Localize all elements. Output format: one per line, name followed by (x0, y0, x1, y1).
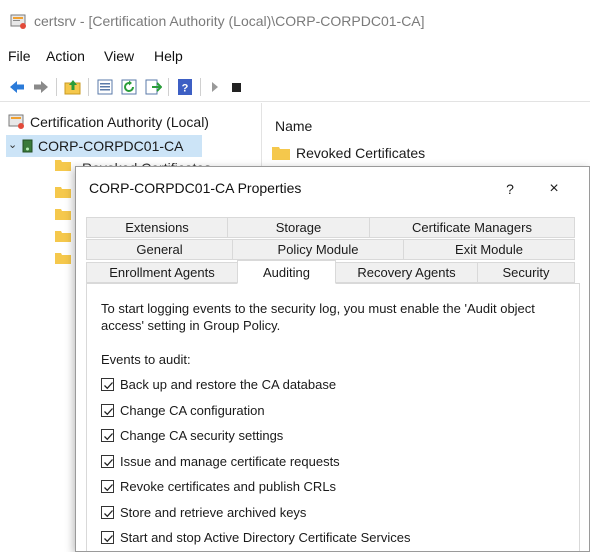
chevron-down-icon[interactable]: ⌄ (8, 138, 17, 151)
column-header-name[interactable]: Name (275, 118, 312, 134)
checkbox-label: Store and retrieve archived keys (120, 505, 307, 520)
toolbar-separator (88, 78, 89, 96)
tab-enrollment-agents[interactable]: Enrollment Agents (86, 262, 238, 283)
checkbox-label: Change CA security settings (120, 428, 284, 443)
folder-icon[interactable] (55, 208, 71, 220)
properties-icon[interactable] (96, 78, 114, 96)
stop-service-icon[interactable] (228, 78, 246, 96)
checkbox[interactable] (101, 404, 114, 417)
checkbox[interactable] (101, 506, 114, 519)
tab-policy-module[interactable]: Policy Module (232, 239, 404, 260)
checkbox-label: Back up and restore the CA database (120, 377, 337, 392)
toolbar-separator (200, 78, 201, 96)
checkbox-label: Issue and manage certificate requests (120, 454, 340, 469)
folder-icon[interactable] (55, 186, 71, 198)
checkbox-label: Revoke certificates and publish CRLs (120, 479, 337, 494)
start-service-icon[interactable] (206, 78, 224, 96)
checkbox-label: Start and stop Active Directory Certific… (120, 530, 411, 545)
close-button[interactable]: × (543, 178, 565, 200)
tree-item-ca[interactable]: ⌄ CORP-CORPDC01-CA (6, 135, 202, 157)
list-item-label: Revoked Certificates (296, 145, 426, 161)
checkbox[interactable] (101, 378, 114, 391)
tab-exit-module[interactable]: Exit Module (403, 239, 575, 260)
up-folder-icon[interactable] (64, 78, 82, 96)
tab-security[interactable]: Security (477, 262, 575, 283)
tree-root-label: Certification Authority (Local) (30, 114, 209, 130)
forward-icon[interactable] (32, 78, 50, 96)
window-title: certsrv - [Certification Authority (Loca… (34, 13, 425, 29)
back-icon[interactable] (8, 78, 26, 96)
dialog-title: CORP-CORPDC01-CA Properties (89, 180, 302, 196)
checkbox[interactable] (101, 455, 114, 468)
folder-icon[interactable] (55, 159, 71, 171)
tab-general[interactable]: General (86, 239, 233, 260)
tab-storage[interactable]: Storage (227, 217, 370, 238)
tab-auditing[interactable]: Auditing (237, 260, 336, 284)
toolbar-separator (56, 78, 57, 96)
help-button[interactable]: ? (499, 178, 521, 200)
svg-text:?: ? (182, 83, 189, 95)
tab-recovery-agents[interactable]: Recovery Agents (335, 262, 478, 283)
toolbar-separator (168, 78, 169, 96)
auditing-panel: To start logging events to the security … (86, 283, 580, 551)
menu-file[interactable]: File (8, 48, 31, 64)
properties-dialog: CORP-CORPDC01-CA Properties ? × Extensio… (75, 166, 590, 552)
folder-icon[interactable] (55, 230, 71, 242)
menu-action[interactable]: Action (46, 48, 85, 64)
menu-view[interactable]: View (104, 48, 134, 64)
help-icon[interactable]: ? (176, 78, 194, 96)
checkbox[interactable] (101, 531, 114, 544)
ca-server-icon (20, 138, 36, 157)
menu-help[interactable]: Help (154, 48, 183, 64)
certsrv-app-icon (10, 14, 28, 30)
folder-icon[interactable] (55, 252, 71, 264)
checkbox-label: Change CA configuration (120, 403, 265, 418)
folder-icon (272, 146, 290, 163)
checkbox[interactable] (101, 480, 114, 493)
export-icon[interactable] (144, 78, 163, 96)
window-titlebar: certsrv - [Certification Authority (Loca… (0, 0, 590, 40)
certification-authority-icon (8, 114, 26, 133)
checkbox[interactable] (101, 429, 114, 442)
tree-ca-label: CORP-CORPDC01-CA (38, 138, 184, 154)
events-to-audit-label: Events to audit: (101, 352, 191, 367)
toolbar: ? (0, 72, 590, 102)
tab-certificate-managers[interactable]: Certificate Managers (369, 217, 575, 238)
refresh-icon[interactable] (120, 78, 138, 96)
tab-extensions[interactable]: Extensions (86, 217, 228, 238)
audit-intro-text: To start logging events to the security … (101, 301, 535, 333)
menu-bar: File Action View Help (0, 46, 590, 68)
